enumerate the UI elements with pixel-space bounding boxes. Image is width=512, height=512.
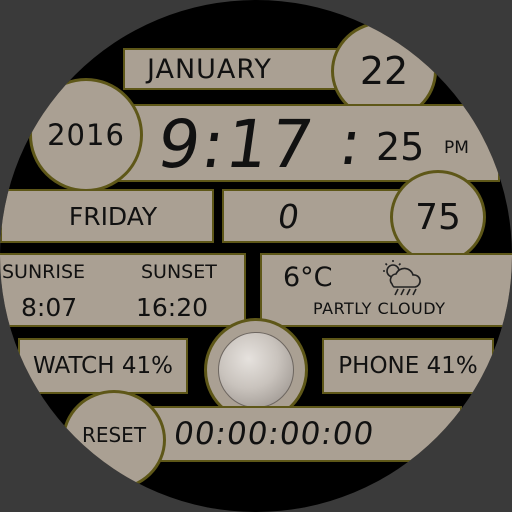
heart-rate-circle: 75 [390,170,486,264]
partly-cloudy-rain-icon [383,260,421,296]
day-label: 22 [359,49,409,93]
sunset-label: SUNSET [141,261,217,283]
watch-face: JANUARY 22 9:17 : 25 PM 2016 FRIDAY 0 75… [0,0,512,512]
steps-value: 0 [275,196,302,236]
year-label: 2016 [47,118,125,152]
time-hours-minutes: 9:17 [152,106,320,183]
stopwatch-panel: 00:00:00:00 [118,406,462,462]
stopwatch-value: 00:00:00:00 [171,416,377,452]
sunrise-time: 8:07 [21,293,78,322]
reset-button[interactable]: RESET [62,390,166,490]
phone-battery-label: PHONE 41% [338,353,478,379]
month-label: JANUARY [147,53,272,85]
steps-panel: 0 [222,189,418,243]
time-ampm: PM [444,138,469,158]
center-knob-button[interactable] [218,332,294,408]
watch-battery-label: WATCH 41% [33,353,173,379]
sunrise-label: SUNRISE [2,261,86,283]
phone-battery-panel: PHONE 41% [322,338,494,394]
sunset-time: 16:20 [136,293,209,322]
time-seconds: 25 [376,125,425,169]
month-panel: JANUARY [123,48,349,90]
year-circle: 2016 [29,78,143,192]
watch-battery-panel: WATCH 41% [18,338,188,394]
weather-condition: PARTLY CLOUDY [313,299,446,318]
weekday-label: FRIDAY [68,201,158,231]
reset-label: RESET [81,423,147,447]
weekday-panel: FRIDAY [0,189,214,243]
weather-temperature: 6°C [283,262,333,293]
heart-rate-value: 75 [415,196,461,238]
